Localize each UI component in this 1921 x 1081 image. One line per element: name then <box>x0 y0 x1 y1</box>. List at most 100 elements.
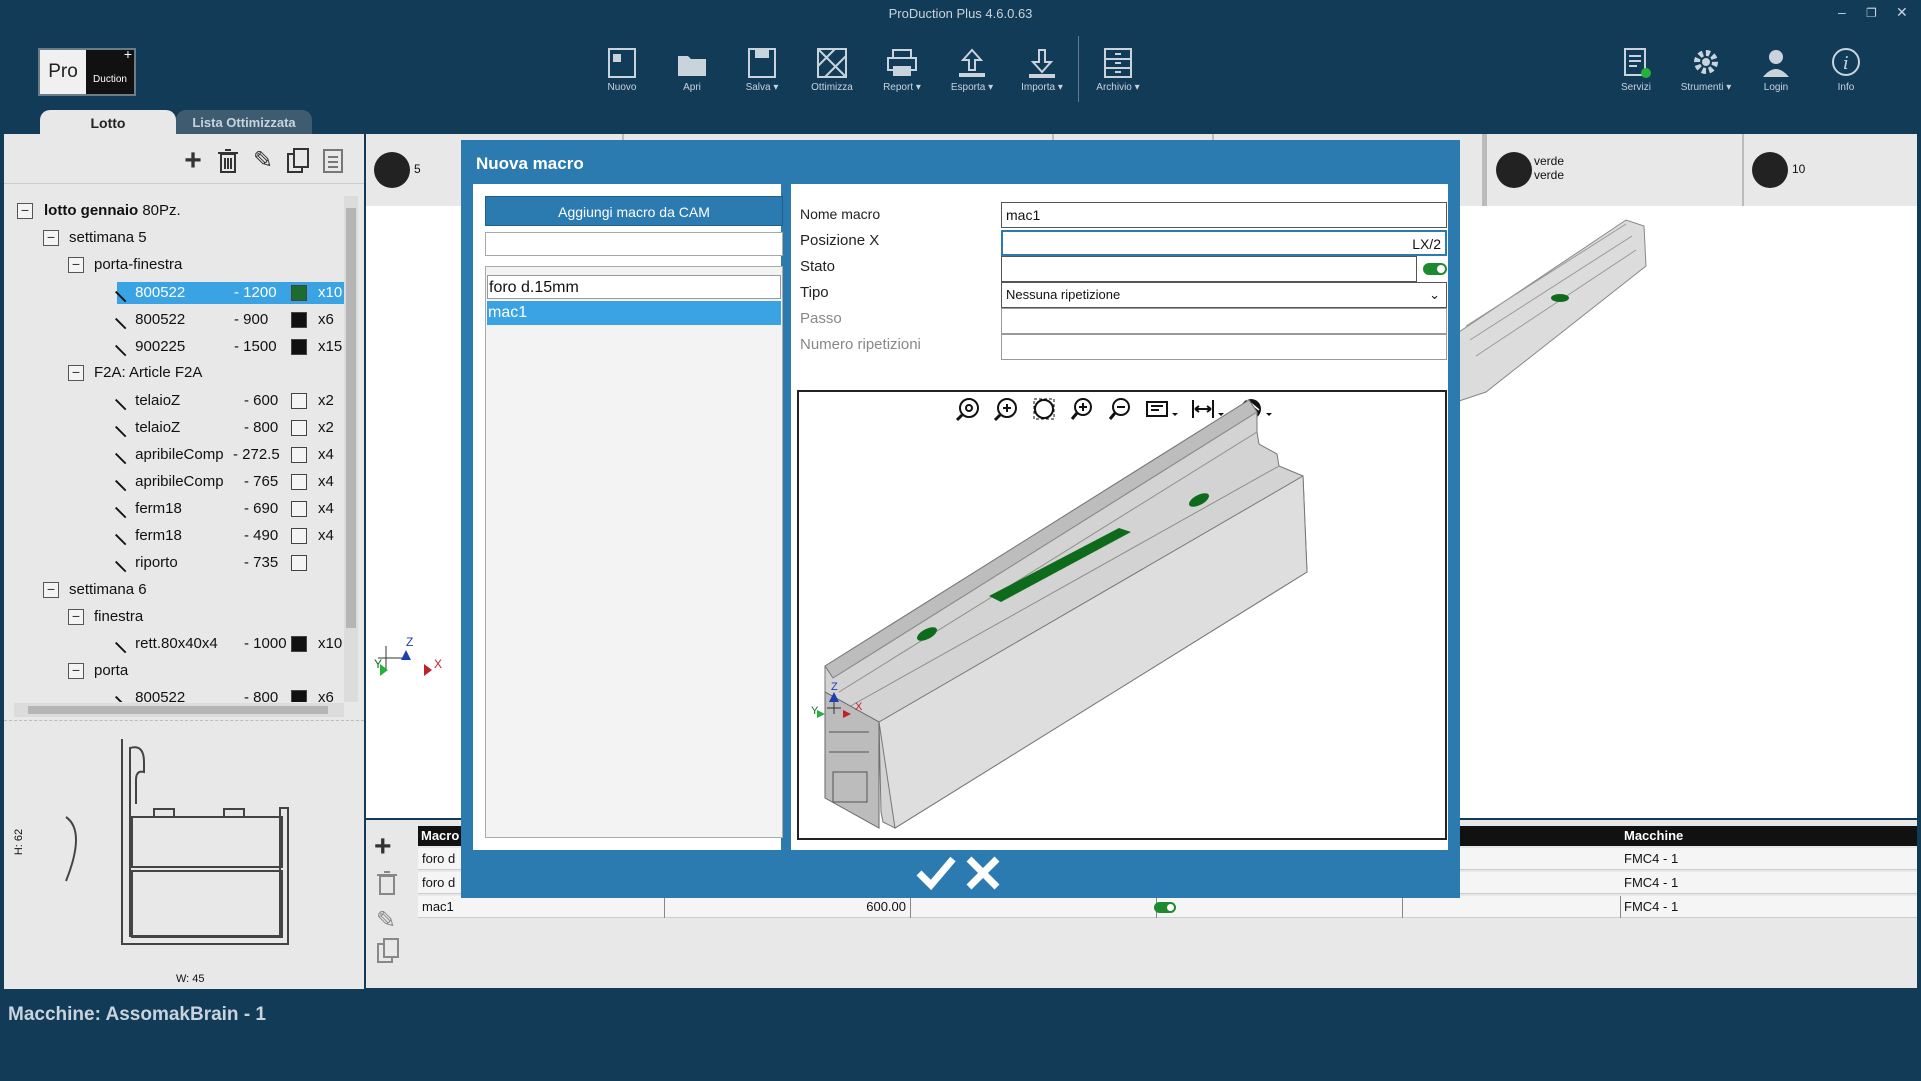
app-logo: Pro Duction + <box>38 46 136 96</box>
tree-item[interactable]: | 800522 <box>113 687 186 702</box>
repetitions-field[interactable] <box>1001 334 1447 360</box>
add-icon[interactable]: + <box>180 146 206 176</box>
collapse-icon[interactable]: − <box>17 203 33 219</box>
state-label: Stato <box>800 258 836 275</box>
profile-preview: H: 62 W: 45 <box>4 720 364 989</box>
tree-item[interactable]: | apribileComp <box>113 444 224 466</box>
minimize-icon[interactable]: – <box>1838 4 1846 20</box>
state-toggle[interactable] <box>1154 902 1176 913</box>
position-x-label: Posizione X <box>800 232 880 249</box>
login-button[interactable]: Login <box>1746 46 1806 96</box>
macro-list-panel: Aggiungi macro da CAM foro d.15mm mac1 <box>473 184 783 850</box>
tree-node-porta-finestra[interactable]: porta-finestra <box>94 254 182 276</box>
tree-item[interactable]: | ferm18 <box>113 498 182 520</box>
svg-text:X: X <box>855 701 863 713</box>
copy-icon[interactable] <box>376 938 400 964</box>
tree-node-f2a[interactable]: F2A: Article F2A <box>94 362 202 384</box>
confirm-button[interactable] <box>915 853 957 893</box>
tree-node-finestra[interactable]: finestra <box>94 606 143 628</box>
lot-tree[interactable]: − lotto gennaio 80Pz. − settimana 5 − po… <box>14 196 344 702</box>
col-header-macchine: Macchine <box>1624 828 1684 843</box>
collapse-icon[interactable]: − <box>68 365 84 381</box>
archive-button[interactable]: Archivio ▾ <box>1088 46 1148 96</box>
barcode-icon <box>374 152 410 188</box>
open-button[interactable]: Apri <box>662 46 722 96</box>
window-title: ProDuction Plus 4.6.0.63 <box>888 6 1033 21</box>
tree-node-settimana5[interactable]: settimana 5 <box>69 227 147 249</box>
type-select[interactable]: Nessuna ripetizione ⌄ <box>1001 282 1447 308</box>
list-icon[interactable] <box>320 148 346 174</box>
repetitions-label: Numero ripetizioni <box>800 336 921 353</box>
tree-vertical-scrollbar[interactable] <box>344 196 358 702</box>
import-button[interactable]: Importa ▾ <box>1012 46 1072 96</box>
color-swatch <box>291 285 307 301</box>
add-icon[interactable]: + <box>374 830 392 864</box>
report-button[interactable]: Report ▾ <box>872 46 932 96</box>
step-label: Passo <box>800 310 842 327</box>
tree-item[interactable]: | 800522 <box>113 309 186 331</box>
cancel-button[interactable] <box>963 853 1003 893</box>
profile-3d-drawing: Z Y X <box>811 399 1308 829</box>
state-toggle[interactable] <box>1423 263 1447 275</box>
trash-icon[interactable] <box>376 870 398 896</box>
tree-item[interactable]: | telaioZ <box>113 390 181 412</box>
restore-icon[interactable]: ❐ <box>1866 6 1877 20</box>
services-button[interactable]: Servizi <box>1606 46 1666 96</box>
gear-icon <box>1694 50 1718 74</box>
tree-item[interactable]: | ferm18 <box>113 525 182 547</box>
name-field[interactable]: mac1 <box>1001 202 1447 228</box>
save-button[interactable]: Salva ▾ <box>732 46 792 96</box>
collapse-icon[interactable]: − <box>43 582 59 598</box>
pencil-icon[interactable]: ✎ <box>250 148 276 174</box>
macro-3d-viewer[interactable]: Z Y X <box>797 390 1447 840</box>
step-field[interactable] <box>1001 308 1447 334</box>
pencil-icon[interactable]: ✎ <box>376 906 396 935</box>
profile-width: W: 45 <box>176 973 205 985</box>
copy-icon[interactable] <box>285 148 311 174</box>
collapse-icon[interactable]: − <box>68 609 84 625</box>
collapse-icon[interactable]: − <box>68 257 84 273</box>
tree-node-settimana6[interactable]: settimana 6 <box>69 579 147 601</box>
position-x-field[interactable]: LX/2 <box>1001 230 1447 256</box>
export-icon <box>959 48 985 77</box>
printer-icon <box>887 49 917 76</box>
macro-list[interactable]: foro d.15mm mac1 <box>485 266 783 838</box>
tools-button[interactable]: Strumenti ▾ <box>1676 46 1736 96</box>
tab-lotto[interactable]: Lotto <box>40 110 176 136</box>
macro-search-input[interactable] <box>485 232 783 256</box>
export-button[interactable]: Esporta ▾ <box>942 46 1002 96</box>
trash-icon[interactable] <box>215 148 241 174</box>
type-label: Tipo <box>800 284 829 301</box>
tree-item[interactable]: | 900225 <box>113 336 186 358</box>
state-field[interactable] <box>1001 256 1417 282</box>
collapse-icon[interactable]: − <box>68 663 84 679</box>
tree-item[interactable]: | rett.80x40x4 <box>113 633 218 655</box>
tree-item[interactable]: | apribileComp <box>113 471 224 493</box>
info-icon: i <box>1832 48 1860 76</box>
list-item-selected[interactable]: mac1 <box>487 301 781 325</box>
close-icon[interactable]: ✕ <box>1896 4 1908 21</box>
status-bar: Macchine: AssomakBrain - 1 <box>8 1004 266 1025</box>
info-button[interactable]: i Info <box>1816 46 1876 96</box>
color-swatch <box>291 312 307 328</box>
add-from-cam-button[interactable]: Aggiungi macro da CAM <box>485 196 783 226</box>
save-icon <box>748 48 776 78</box>
svg-text:Z: Z <box>406 635 413 649</box>
optimize-button[interactable]: Ottimizza <box>802 46 862 96</box>
collapse-icon[interactable]: − <box>43 230 59 246</box>
tree-node-porta[interactable]: porta <box>94 660 128 682</box>
tree-item[interactable]: | riporto <box>113 552 178 574</box>
svg-text:Z: Z <box>831 681 838 693</box>
import-icon <box>1029 49 1055 78</box>
svg-text:i: i <box>1843 53 1849 74</box>
new-file-icon <box>608 48 636 78</box>
tree-item[interactable]: | telaioZ <box>113 417 181 439</box>
profile-height: H: 62 <box>13 828 26 856</box>
tree-node-root[interactable]: lotto gennaio 80Pz. <box>44 200 181 222</box>
tree-horizontal-scrollbar[interactable] <box>14 703 344 717</box>
tab-lista-ottimizzata[interactable]: Lista Ottimizzata <box>176 110 312 136</box>
tree-item-selected[interactable]: | 800522 <box>113 282 344 304</box>
chevron-down-icon: ⌄ <box>1429 287 1440 302</box>
new-button[interactable]: Nuovo <box>592 46 652 96</box>
list-item[interactable]: foro d.15mm <box>487 275 781 299</box>
